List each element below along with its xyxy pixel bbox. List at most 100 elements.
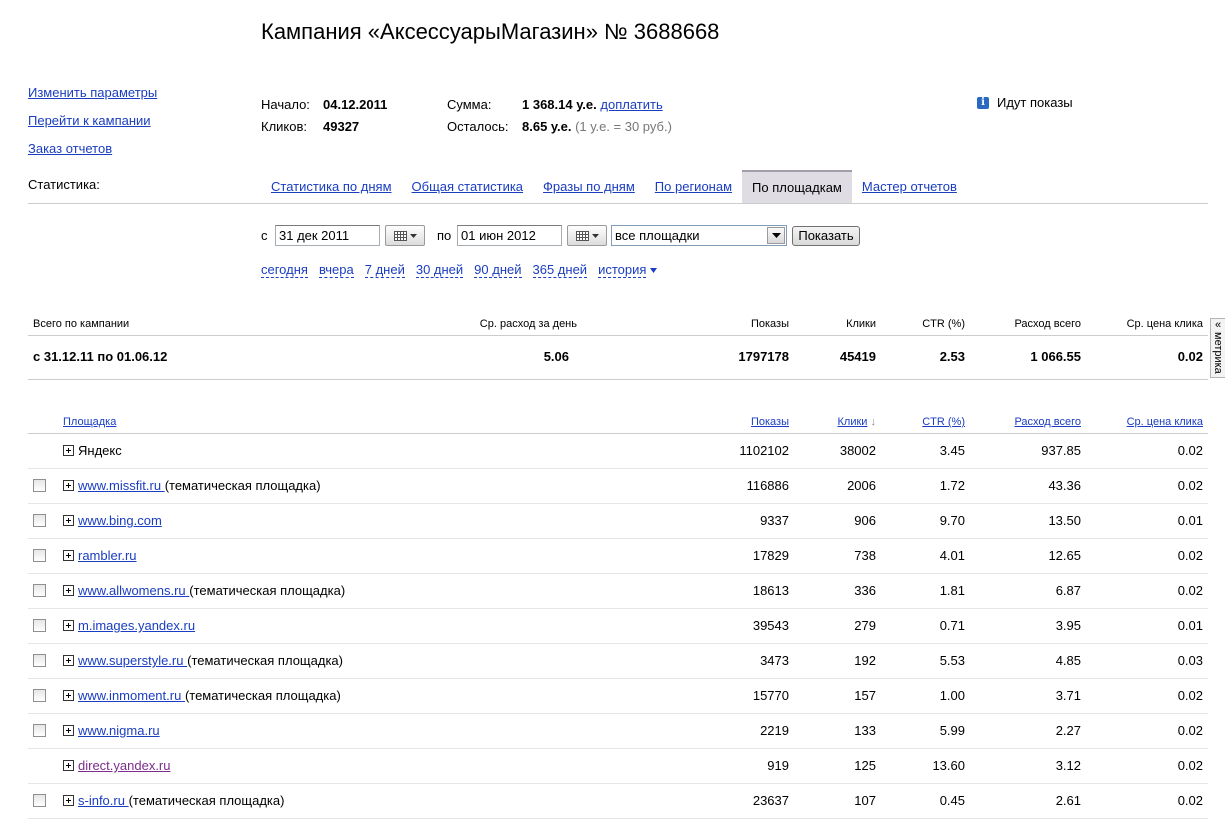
tab-label[interactable]: Статистика по дням bbox=[271, 179, 392, 194]
clicks-cell: 133 bbox=[854, 723, 876, 738]
range-yesterday[interactable]: вчера bbox=[318, 262, 354, 278]
expand-plus-icon[interactable] bbox=[63, 445, 74, 456]
avg-cpc-cell: 0.02 bbox=[1177, 723, 1203, 738]
select-arrow-button[interactable] bbox=[767, 227, 785, 244]
range-90-days[interactable]: 90 дней bbox=[474, 262, 522, 278]
site-link[interactable]: www.inmoment.ru bbox=[78, 688, 185, 703]
site-cell: direct.yandex.ru bbox=[78, 749, 171, 783]
expand-plus-icon[interactable] bbox=[63, 690, 74, 701]
tab-report-wizard[interactable]: Мастер отчетов bbox=[852, 170, 967, 203]
edit-params-link[interactable]: Изменить параметры bbox=[28, 85, 157, 101]
range-7-days[interactable]: 7 дней bbox=[364, 262, 405, 278]
site-link[interactable]: www.superstyle.ru bbox=[78, 653, 187, 668]
row-checkbox[interactable] bbox=[33, 619, 46, 632]
cost-cell: 2.27 bbox=[1055, 723, 1081, 738]
site-cell: www.nigma.ru bbox=[78, 714, 160, 748]
site-link[interactable]: m.images.yandex.ru bbox=[78, 618, 195, 633]
range-30-days[interactable]: 30 дней bbox=[415, 262, 464, 278]
top-up-link[interactable]: доплатить bbox=[600, 97, 662, 112]
tab-label[interactable]: По регионам bbox=[655, 179, 732, 194]
expand-plus-icon[interactable] bbox=[63, 655, 74, 666]
tab-by-region[interactable]: По регионам bbox=[645, 170, 742, 203]
range-today[interactable]: сегодня bbox=[261, 262, 308, 278]
date-from-input[interactable]: 31 дек 2011 bbox=[275, 225, 380, 246]
range-365-days[interactable]: 365 дней bbox=[532, 262, 588, 278]
site-cell: www.superstyle.ru (тематическая площадка) bbox=[78, 644, 343, 678]
tab-label[interactable]: Общая статистика bbox=[412, 179, 524, 194]
expand-plus-icon[interactable] bbox=[63, 760, 74, 771]
row-checkbox[interactable] bbox=[33, 549, 46, 562]
dropdown-arrow-icon bbox=[771, 233, 781, 238]
summary-header-divider bbox=[28, 335, 1208, 336]
site-link[interactable]: www.allwomens.ru bbox=[78, 583, 189, 598]
clicks-cell: 738 bbox=[854, 548, 876, 563]
metrika-label[interactable]: метрика bbox=[1212, 332, 1224, 374]
tab-daily-stats[interactable]: Статистика по дням bbox=[261, 170, 402, 203]
cost-cell: 6.87 bbox=[1055, 583, 1081, 598]
tab-general-stats[interactable]: Общая статистика bbox=[402, 170, 534, 203]
summary-impressions-value: 1797178 bbox=[738, 349, 789, 364]
go-to-campaign-link[interactable]: Перейти к кампании bbox=[28, 113, 151, 129]
table-row: Яндекс 1102102 38002 3.45 937.85 0.02 bbox=[28, 434, 1208, 469]
expand-plus-icon[interactable] bbox=[63, 515, 74, 526]
site-link[interactable]: s-info.ru bbox=[78, 793, 129, 808]
ctr-cell: 1.81 bbox=[939, 583, 965, 598]
history-link[interactable]: история bbox=[598, 262, 647, 278]
row-checkbox[interactable] bbox=[33, 689, 46, 702]
date-to-calendar-button[interactable] bbox=[567, 225, 607, 246]
row-checkbox[interactable] bbox=[33, 584, 46, 597]
metrika-side-tab[interactable]: « метрика bbox=[1210, 318, 1225, 378]
expand-plus-icon[interactable] bbox=[63, 480, 74, 491]
summary-cost-header: Расход всего bbox=[1014, 318, 1081, 330]
expand-plus-icon[interactable] bbox=[63, 795, 74, 806]
expand-plus-icon[interactable] bbox=[63, 620, 74, 631]
tab-by-site[interactable]: По площадкам bbox=[742, 170, 852, 203]
expand-plus-icon[interactable] bbox=[63, 550, 74, 561]
site-link[interactable]: www.nigma.ru bbox=[78, 723, 160, 738]
history-dropdown-arrow-icon[interactable] bbox=[650, 267, 658, 273]
summary-total-header: Всего по кампании bbox=[33, 318, 130, 330]
tab-label[interactable]: Мастер отчетов bbox=[862, 179, 957, 194]
show-button[interactable]: Показать bbox=[792, 226, 860, 246]
expand-plus-icon[interactable] bbox=[63, 725, 74, 736]
header-clicks[interactable]: Клики bbox=[838, 416, 868, 428]
ctr-cell: 1.00 bbox=[939, 688, 965, 703]
header-impressions[interactable]: Показы bbox=[751, 412, 789, 433]
expand-arrow-icon[interactable]: « bbox=[1211, 320, 1225, 331]
order-reports-link[interactable]: Заказ отчетов bbox=[28, 141, 112, 157]
cost-cell: 13.50 bbox=[1048, 513, 1081, 528]
site-type-note: (тематическая площадка) bbox=[164, 478, 321, 493]
table-row: www.nigma.ru 2219 133 5.99 2.27 0.02 bbox=[28, 714, 1208, 749]
row-checkbox[interactable] bbox=[33, 654, 46, 667]
platform-select[interactable]: все площадки bbox=[611, 225, 787, 246]
tab-phrases-by-day[interactable]: Фразы по дням bbox=[533, 170, 645, 203]
quick-date-ranges: сегодня вчера 7 дней 30 дней 90 дней 365… bbox=[261, 262, 658, 278]
date-from-calendar-button[interactable] bbox=[385, 225, 425, 246]
tab-label[interactable]: По площадкам bbox=[752, 180, 842, 195]
history-dropdown[interactable]: история bbox=[598, 262, 658, 278]
summary-cpc-header: Ср. цена клика bbox=[1126, 318, 1203, 330]
ctr-cell: 5.99 bbox=[939, 723, 965, 738]
header-site[interactable]: Площадка bbox=[63, 412, 116, 433]
impressions-cell: 116886 bbox=[746, 478, 789, 493]
header-avg-cpc[interactable]: Ср. цена клика bbox=[1127, 412, 1203, 433]
site-link[interactable]: direct.yandex.ru bbox=[78, 758, 171, 773]
table-body: Яндекс 1102102 38002 3.45 937.85 0.02 www.miss… bbox=[28, 434, 1208, 819]
site-link[interactable]: www.missfit.ru bbox=[78, 478, 165, 493]
header-ctr[interactable]: CTR (%) bbox=[922, 412, 965, 433]
sum-value: 1 368.14 у.е. bbox=[522, 97, 597, 112]
row-checkbox[interactable] bbox=[33, 794, 46, 807]
stats-tabs: Статистика по дням Общая статистика Фраз… bbox=[261, 170, 967, 203]
row-checkbox[interactable] bbox=[33, 479, 46, 492]
row-checkbox[interactable] bbox=[33, 724, 46, 737]
date-to-input[interactable]: 01 июн 2012 bbox=[457, 225, 562, 246]
tab-label[interactable]: Фразы по дням bbox=[543, 179, 635, 194]
expand-plus-icon[interactable] bbox=[63, 585, 74, 596]
site-link[interactable]: www.bing.com bbox=[78, 513, 162, 528]
remaining-group: 8.65 у.е. (1 у.е. = 30 руб.) bbox=[522, 119, 672, 135]
header-cost[interactable]: Расход всего bbox=[1014, 412, 1081, 433]
status-text: Идут показы bbox=[997, 95, 1073, 110]
avg-cpc-cell: 0.02 bbox=[1177, 478, 1203, 493]
site-link[interactable]: rambler.ru bbox=[78, 548, 137, 563]
row-checkbox[interactable] bbox=[33, 514, 46, 527]
